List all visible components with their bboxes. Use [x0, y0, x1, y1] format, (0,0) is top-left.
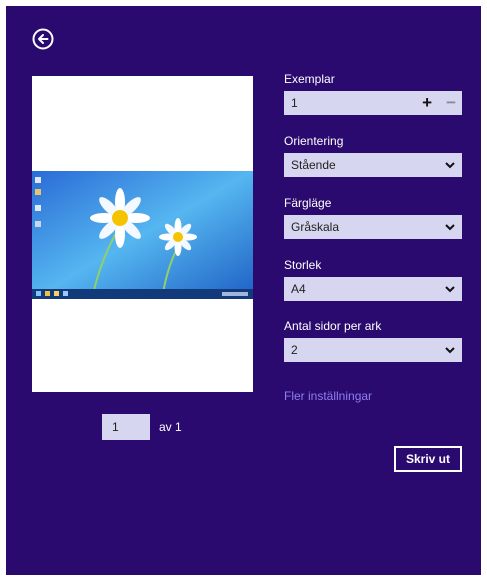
- orientation-label: Orientering: [284, 134, 344, 148]
- pages-per-sheet-value: 2: [291, 343, 298, 357]
- pages-per-sheet-dropdown[interactable]: 2: [284, 338, 462, 362]
- chevron-down-icon: [445, 286, 455, 293]
- decrement-button[interactable]: −: [446, 91, 456, 115]
- color-mode-value: Gråskala: [291, 220, 340, 234]
- color-mode-label: Färgläge: [284, 196, 332, 210]
- more-settings-link[interactable]: Fler inställningar: [284, 389, 372, 403]
- color-mode-dropdown[interactable]: Gråskala: [284, 215, 462, 239]
- desktop-screenshot-icon: [32, 171, 253, 299]
- chevron-down-icon: [445, 224, 455, 231]
- print-button[interactable]: Skriv ut: [394, 446, 462, 472]
- size-label: Storlek: [284, 258, 322, 272]
- copies-label: Exemplar: [284, 72, 335, 86]
- copies-value: 1: [291, 96, 298, 110]
- back-arrow-icon: [32, 28, 54, 50]
- chevron-down-icon: [445, 162, 455, 169]
- increment-button[interactable]: +: [422, 91, 432, 115]
- copies-field[interactable]: 1 + −: [284, 91, 462, 115]
- chevron-down-icon: [445, 347, 455, 354]
- print-preview: [32, 76, 253, 392]
- page-total-label: av 1: [159, 420, 182, 434]
- size-value: A4: [291, 282, 306, 296]
- orientation-value: Stående: [291, 158, 336, 172]
- orientation-dropdown[interactable]: Stående: [284, 153, 462, 177]
- size-dropdown[interactable]: A4: [284, 277, 462, 301]
- print-dialog: 1 av 1 Exemplar 1 + − Orientering Ståend…: [6, 6, 481, 575]
- back-button[interactable]: [32, 28, 54, 50]
- pages-per-sheet-label: Antal sidor per ark: [284, 319, 382, 333]
- page-number-input[interactable]: 1: [102, 414, 150, 440]
